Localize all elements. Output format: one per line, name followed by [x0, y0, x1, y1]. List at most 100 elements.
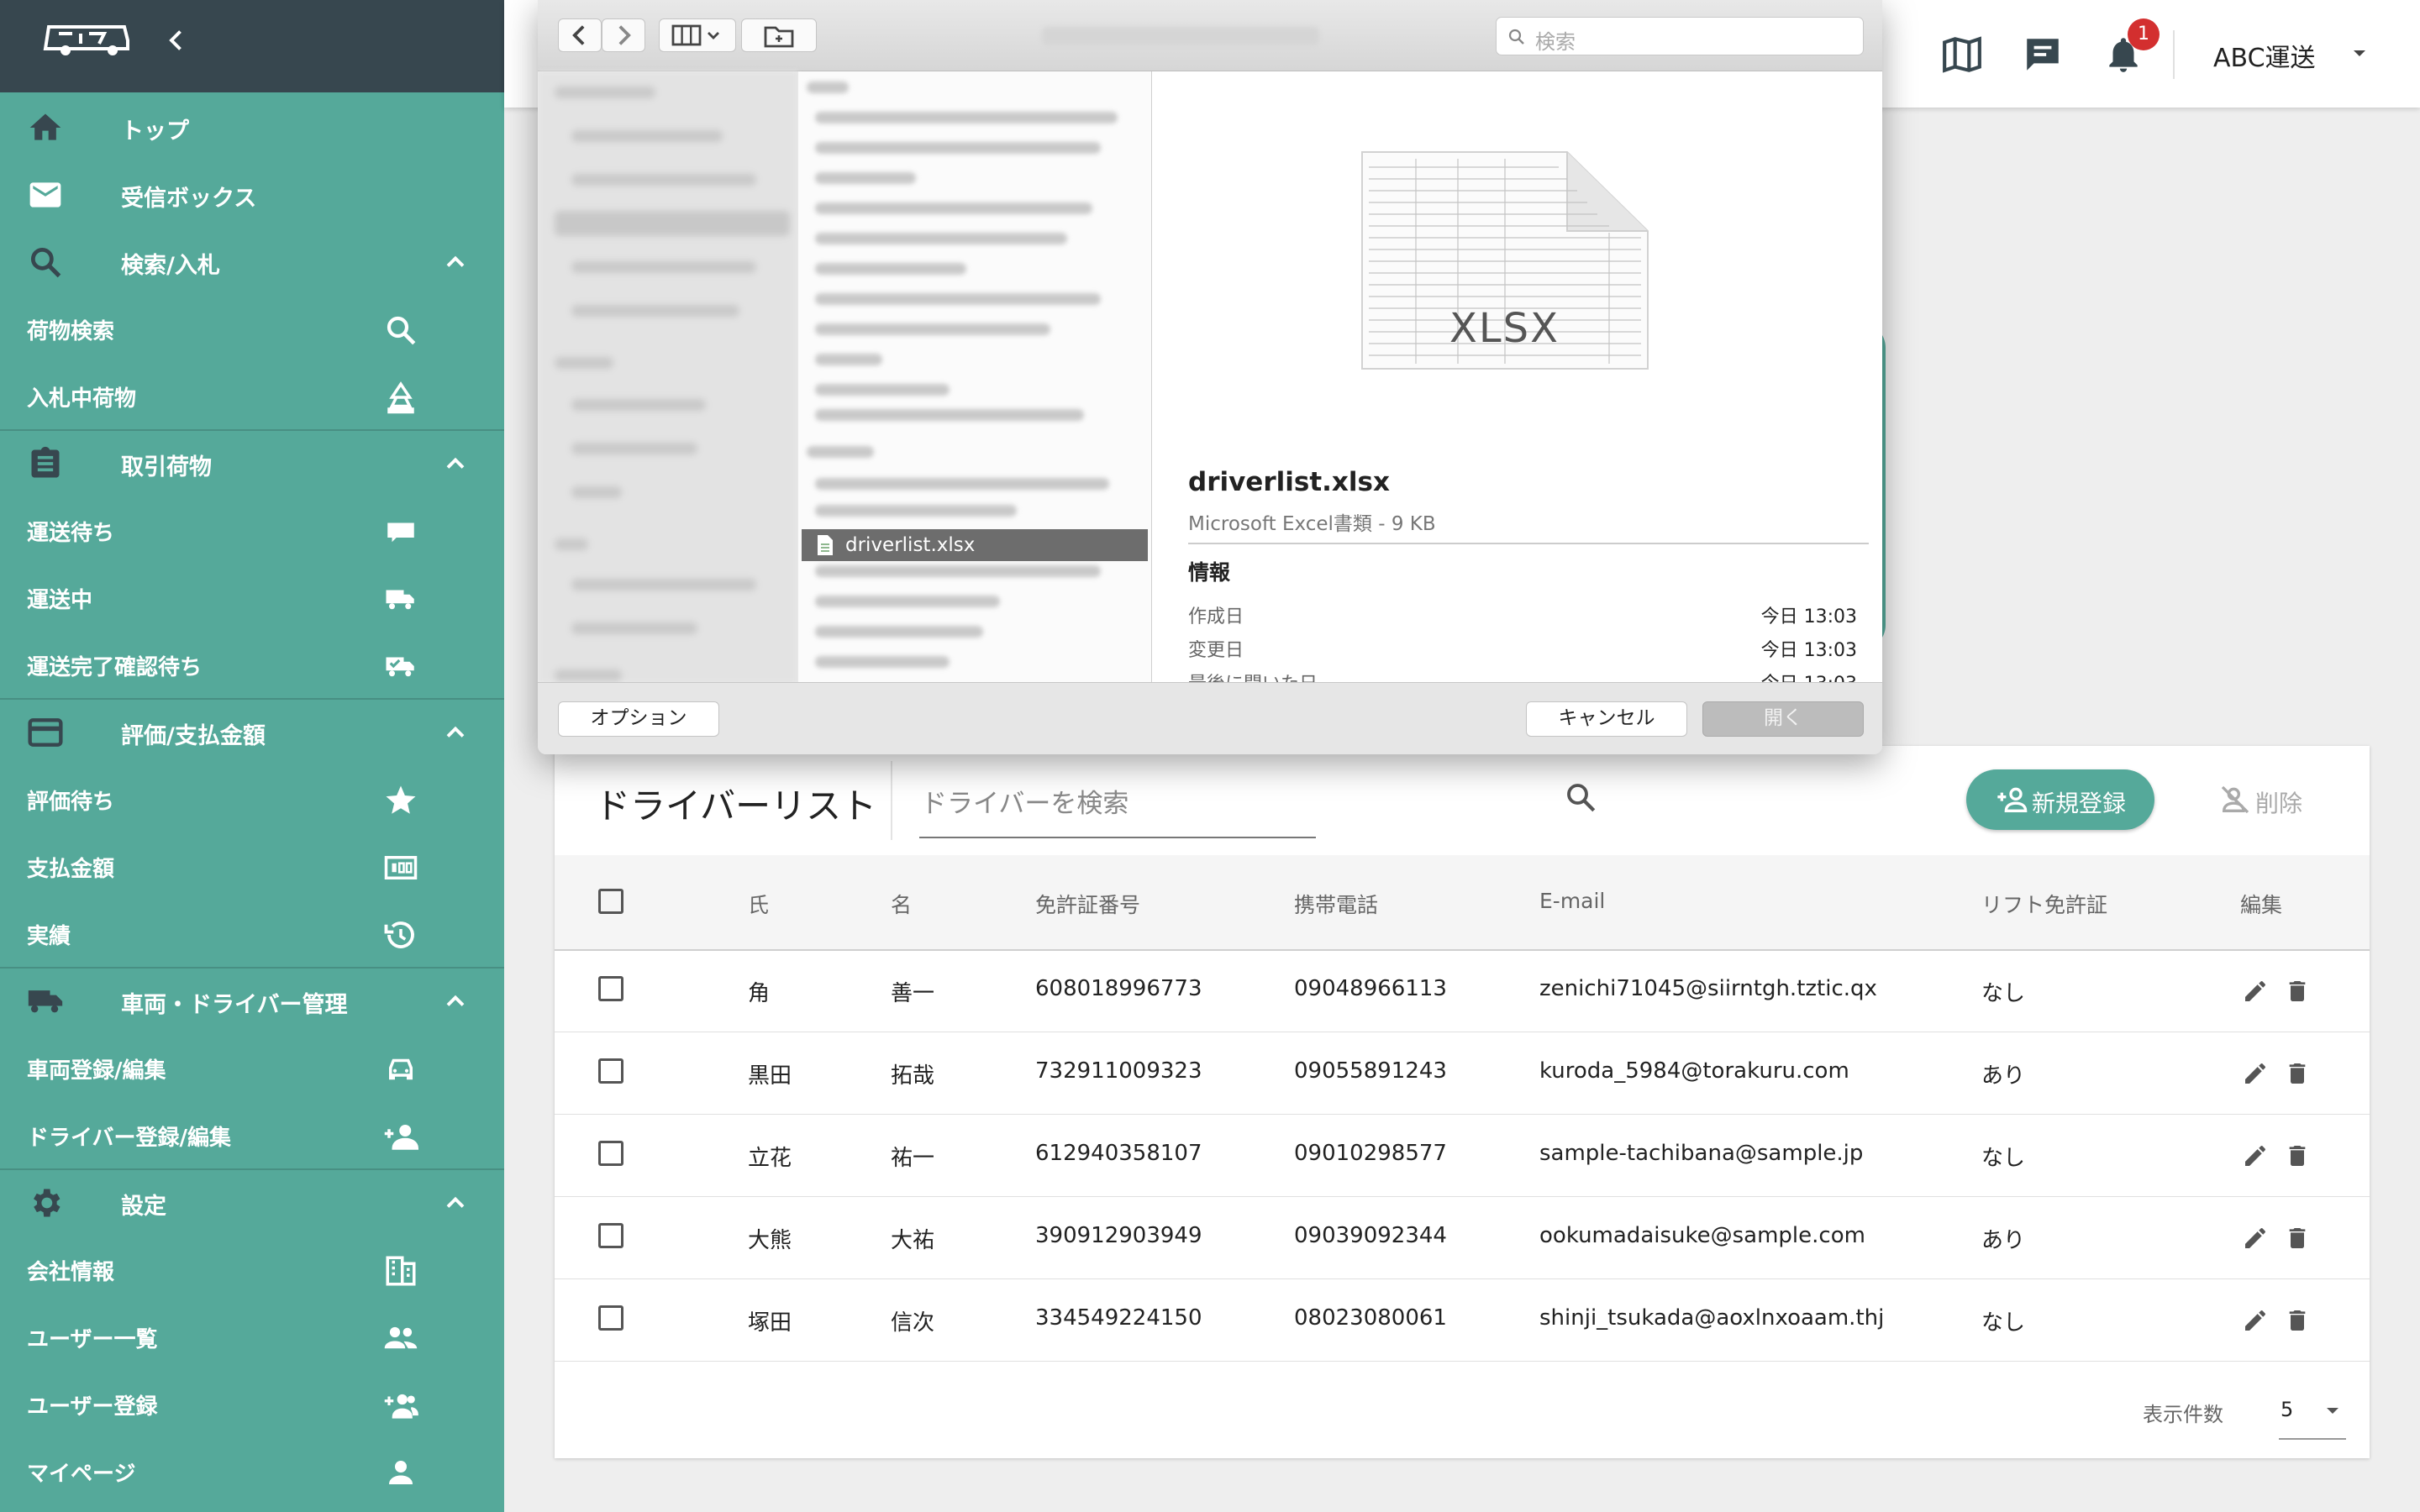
row-checkbox[interactable] — [598, 1223, 623, 1248]
cell-lift: なし — [1981, 981, 2026, 1006]
trash-icon[interactable] — [2284, 1225, 2311, 1252]
sidebar-section-settings[interactable]: 設定 — [0, 1169, 504, 1236]
cell-last: 黒田 — [748, 1063, 792, 1089]
header-divider — [2173, 30, 2175, 79]
star-icon — [386, 785, 416, 814]
sidebar-section-label: 設定 — [121, 1194, 166, 1220]
view-mode-button[interactable] — [659, 18, 736, 52]
sidebar-section-evaluation[interactable]: 評価/支払金額 — [0, 699, 504, 766]
sidebar-item-company-info[interactable]: 会社情報 — [0, 1236, 504, 1304]
column-header-first-name[interactable]: 名 — [891, 889, 912, 919]
chevron-left-icon[interactable] — [161, 25, 192, 55]
dialog-sidebar-blurred[interactable] — [538, 71, 798, 683]
rows-per-page-label: 表示件数 — [2143, 1403, 2223, 1426]
chevron-up-icon[interactable] — [440, 449, 471, 479]
column-header-email[interactable]: E-mail — [1539, 889, 1605, 913]
cell-first: 善一 — [891, 981, 935, 1006]
delete-button[interactable]: 削除 — [2218, 769, 2336, 830]
sidebar-item-vehicle-edit[interactable]: 車両登録/編集 — [0, 1035, 504, 1102]
sidebar-item-completion-pending[interactable]: 運送完了確認待ち — [0, 632, 504, 699]
table-row[interactable]: 黒田 拓哉 732911009323 09055891243 kuroda_5984@t… — [555, 1032, 2370, 1115]
table-row[interactable]: 塚田 信次 334549224150 08023080061 shinji_tsukad… — [555, 1278, 2370, 1362]
edit-icon[interactable] — [2242, 1307, 2269, 1334]
sidebar-item-label: ユーザー一覧 — [27, 1327, 158, 1352]
info-divider — [1188, 543, 1869, 544]
table-row[interactable]: 角 善一 608018996773 09048966113 zenichi71045@s… — [555, 949, 2370, 1032]
trash-icon[interactable] — [2284, 1307, 2311, 1334]
new-driver-button[interactable]: 新規登録 — [1966, 769, 2154, 830]
sidebar-section-search[interactable]: 検索/入札 — [0, 228, 504, 296]
row-checkbox[interactable] — [598, 1141, 623, 1166]
column-header-last-name[interactable]: 氏 — [748, 889, 769, 919]
forward-button[interactable] — [602, 18, 645, 52]
trash-icon[interactable] — [2284, 978, 2311, 1005]
book-icon[interactable] — [1941, 34, 1983, 76]
sidebar-logo-bar — [0, 0, 504, 92]
sidebar-item-label: 車両登録/編集 — [27, 1058, 166, 1084]
row-checkbox[interactable] — [598, 1058, 623, 1084]
truck-check-icon — [386, 657, 414, 677]
table-row[interactable]: 立花 祐一 612940358107 09010298577 sample-tachib… — [555, 1114, 2370, 1197]
column-header-lift-license[interactable]: リフト免許証 — [1981, 889, 2107, 919]
rows-per-page-select[interactable]: 5 — [2281, 1398, 2293, 1421]
info-modified-label: 変更日 — [1188, 640, 1244, 661]
sidebar-item-payment[interactable]: 支払金額 — [0, 833, 504, 900]
sidebar-item-cargo-search[interactable]: 荷物検索 — [0, 296, 504, 363]
new-folder-button[interactable] — [741, 18, 817, 52]
row-checkbox[interactable] — [598, 976, 623, 1001]
back-button[interactable] — [558, 18, 602, 52]
edit-icon[interactable] — [2242, 1225, 2269, 1252]
sidebar-item-results[interactable]: 実績 — [0, 900, 504, 968]
column-header-phone[interactable]: 携帯電話 — [1294, 889, 1378, 919]
caret-down-icon[interactable] — [2349, 44, 2370, 64]
sidebar-section-vehicle-driver[interactable]: 車両・ドライバー管理 — [0, 968, 504, 1035]
sidebar-item-label: 支払金額 — [27, 857, 115, 882]
chevron-up-icon[interactable] — [440, 986, 471, 1016]
info-heading: 情報 — [1188, 560, 1231, 585]
trash-icon[interactable] — [2284, 1142, 2311, 1169]
money-icon — [384, 856, 418, 879]
person-remove-icon — [2221, 785, 2249, 814]
select-all-checkbox[interactable] — [598, 889, 623, 914]
selected-file-row[interactable]: driverlist.xlsx — [802, 529, 1148, 561]
sidebar-item-awaiting-evaluation[interactable]: 評価待ち — [0, 766, 504, 833]
sidebar-item-top[interactable]: トップ — [0, 94, 504, 161]
notification-badge: 1 — [2128, 18, 2160, 50]
company-name[interactable]: ABC運送 — [2213, 37, 2316, 74]
sidebar-item-mypage[interactable]: マイページ — [0, 1438, 504, 1505]
chevron-up-icon[interactable] — [440, 717, 471, 748]
card-icon — [28, 718, 63, 747]
chevron-up-icon[interactable] — [440, 247, 471, 277]
sidebar-item-user-register[interactable]: ユーザー登録 — [0, 1371, 504, 1438]
sidebar-item-inbox[interactable]: 受信ボックス — [0, 161, 504, 228]
chat-icon[interactable] — [2022, 34, 2064, 76]
sidebar-item-bidding[interactable]: 入札中荷物 — [0, 363, 504, 430]
edit-icon[interactable] — [2242, 1060, 2269, 1087]
search-icon[interactable] — [1563, 780, 1598, 815]
app-logo-icon[interactable] — [40, 24, 134, 57]
cell-email: sample-tachibana@sample.jp — [1539, 1141, 1864, 1166]
preview-file-kind: Microsoft Excel書類 - 9 KB — [1188, 513, 1436, 535]
column-header-license[interactable]: 免許証番号 — [1035, 889, 1140, 919]
driver-search-input[interactable] — [919, 771, 1316, 838]
edit-icon[interactable] — [2242, 1142, 2269, 1169]
edit-icon[interactable] — [2242, 978, 2269, 1005]
sidebar-item-user-list[interactable]: ユーザー一覧 — [0, 1304, 504, 1371]
page-title: ドライバーリスト — [595, 785, 877, 827]
sidebar-item-awaiting-transport[interactable]: 運送待ち — [0, 497, 504, 564]
dialog-file-column[interactable] — [798, 71, 1152, 683]
options-button[interactable]: オプション — [558, 701, 719, 737]
trash-icon[interactable] — [2284, 1060, 2311, 1087]
sidebar-item-in-transport[interactable]: 運送中 — [0, 564, 504, 632]
sidebar-section-trades[interactable]: 取引荷物 — [0, 430, 504, 497]
chevron-up-icon[interactable] — [440, 1188, 471, 1218]
cancel-button[interactable]: キャンセル — [1526, 701, 1687, 737]
open-button[interactable]: 開く — [1702, 701, 1864, 737]
row-checkbox[interactable] — [598, 1305, 623, 1331]
person-icon — [389, 1461, 413, 1484]
table-row[interactable]: 大熊 大祐 390912903949 09039092344 ookumadaisuke… — [555, 1196, 2370, 1279]
dialog-search-field[interactable]: 検索 — [1496, 17, 1864, 55]
sidebar-item-driver-edit[interactable]: ドライバー登録/編集 — [0, 1102, 504, 1169]
caret-down-icon[interactable] — [2323, 1401, 2343, 1421]
location-popup-blurred[interactable] — [1042, 27, 1319, 45]
